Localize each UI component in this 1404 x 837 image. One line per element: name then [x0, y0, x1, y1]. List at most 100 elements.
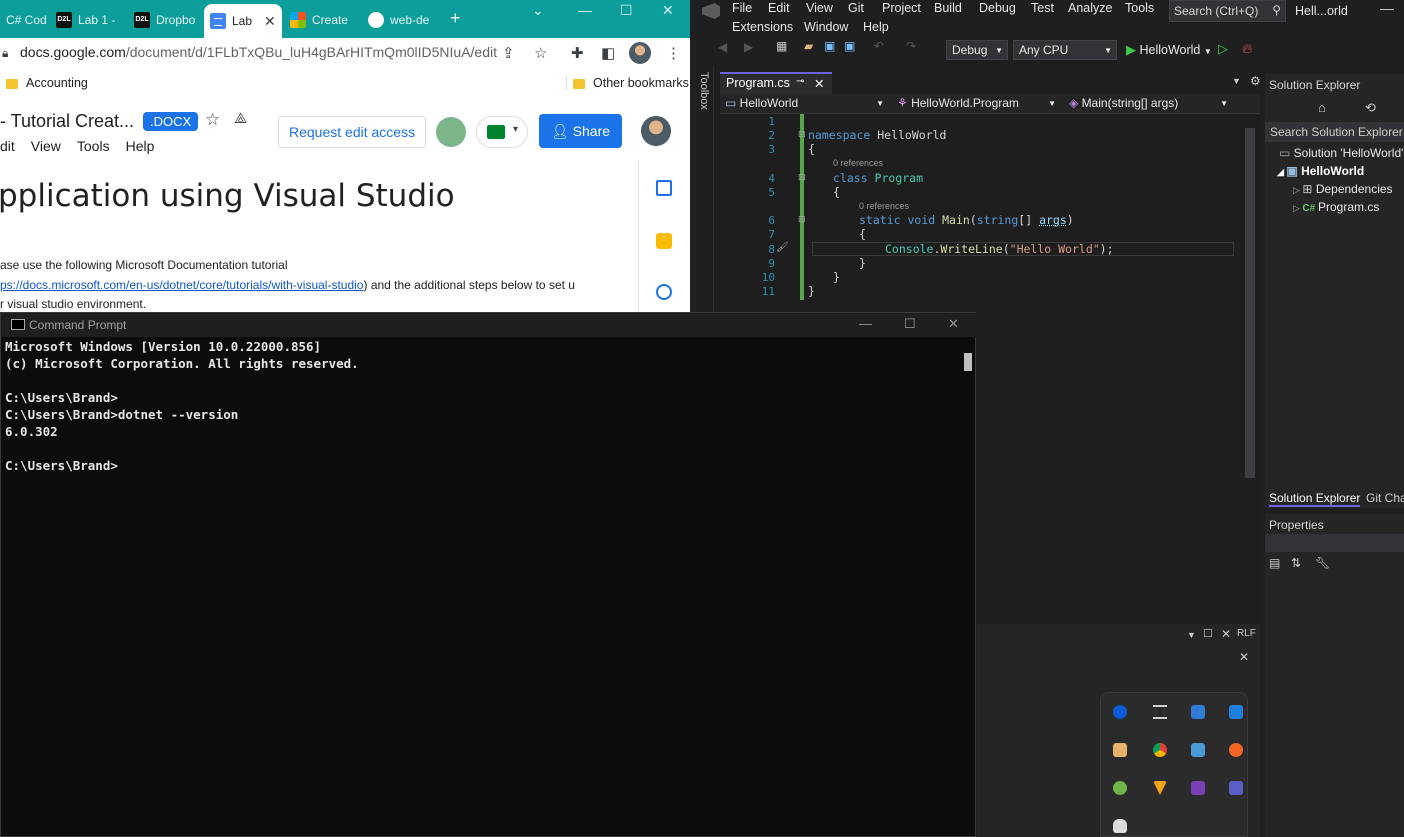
side-panel-icon[interactable]: ◧ — [601, 44, 615, 62]
configuration-select[interactable]: Debug ▼ — [946, 40, 1008, 60]
save-icon[interactable]: ▣ — [824, 39, 835, 53]
request-edit-button[interactable]: Request edit access — [278, 116, 427, 148]
tasks-icon[interactable] — [656, 284, 672, 300]
menu-git[interactable]: Git — [848, 1, 864, 15]
collapse-icon[interactable]: ⊟ — [798, 214, 806, 225]
teams-icon[interactable] — [1229, 781, 1243, 795]
star-icon[interactable]: ☆ — [534, 44, 547, 62]
chrome-icon[interactable] — [1153, 743, 1167, 757]
project-dropdown[interactable]: ▭ HelloWorld ▼ — [720, 95, 888, 113]
menu-analyze[interactable]: Analyze — [1068, 1, 1112, 15]
maximize-icon[interactable]: ☐ — [904, 316, 916, 332]
cmd-title-bar[interactable]: Command Prompt — ☐ ✕ — [1, 313, 977, 337]
maximize-icon[interactable]: ☐ — [1203, 627, 1213, 640]
bookmark-other[interactable]: Other bookmarks — [566, 76, 689, 90]
menu-file[interactable]: File — [732, 1, 752, 15]
new-tab-icon[interactable]: + — [450, 8, 461, 29]
class-dropdown[interactable]: ⚘ HelloWorld.Program ▼ — [892, 95, 1060, 113]
drive-status-icon[interactable]: ⟁ — [234, 110, 247, 127]
defender-icon[interactable] — [1191, 705, 1205, 719]
menu-edit[interactable]: dit — [0, 138, 15, 154]
url-text[interactable]: docs.google.com/document/d/1FLbTxQBu_luH… — [20, 44, 497, 60]
quick-actions-icon[interactable]: 🖌︎ — [776, 242, 789, 253]
open-icon[interactable]: ▰ — [804, 39, 813, 53]
tab-lab1[interactable]: D2L Lab 1 - — [50, 6, 126, 34]
tab-create[interactable]: Create — [284, 6, 360, 34]
history-icon[interactable]: ⟲ — [1365, 100, 1376, 116]
tab-github[interactable]: web-de — [362, 6, 440, 34]
vs-search-box[interactable]: Search (Ctrl+Q) ⚲ — [1169, 0, 1286, 22]
bookmark-accounting[interactable]: Accounting — [6, 76, 88, 90]
minimize-icon[interactable]: — — [1380, 0, 1394, 16]
cmd-scroll-thumb[interactable] — [964, 353, 972, 371]
menu-build[interactable]: Build — [934, 1, 962, 15]
chevron-down-icon[interactable]: ▼ — [1232, 76, 1241, 86]
codelens-references[interactable]: 0 references — [833, 158, 883, 168]
editor-scroll-thumb[interactable] — [1245, 128, 1255, 478]
minimize-icon[interactable]: — — [859, 316, 872, 331]
chevron-down-icon[interactable]: ⌄ — [532, 2, 544, 19]
close-icon[interactable]: ✕ — [1239, 650, 1249, 664]
tab-lab-docs[interactable]: Lab ✕ — [204, 4, 282, 38]
tab-git-changes[interactable]: Git Cha — [1366, 491, 1404, 505]
doc-link[interactable]: ps://docs.microsoft.com/en-us/dotnet/cor… — [0, 278, 363, 292]
tab-solution-explorer[interactable]: Solution Explorer — [1269, 491, 1361, 507]
forward-icon[interactable]: ▶ — [744, 40, 753, 54]
properties-object-select[interactable] — [1265, 534, 1404, 552]
menu-extensions[interactable]: Extensions — [732, 20, 793, 34]
undo-icon[interactable]: ↶ — [874, 39, 884, 53]
start-without-debugging-icon[interactable]: ▷ — [1218, 41, 1228, 57]
menu-tools[interactable]: Tools — [1125, 1, 1154, 15]
back-icon[interactable]: ◀ — [718, 40, 727, 54]
tasks-icon[interactable] — [1153, 705, 1167, 719]
menu-help[interactable]: Help — [863, 20, 889, 34]
close-icon[interactable]: ✕ — [662, 2, 674, 19]
menu-view[interactable]: View — [806, 1, 833, 15]
bluetooth-icon[interactable] — [1113, 705, 1127, 719]
photos-icon[interactable] — [1191, 743, 1205, 757]
close-icon[interactable]: ✕ — [814, 76, 824, 91]
categorized-icon[interactable]: ▤ — [1269, 556, 1280, 570]
mail-icon[interactable] — [1113, 743, 1127, 757]
more-icon[interactable]: ⋮ — [666, 44, 681, 62]
run-button[interactable]: ▶ HelloWorld ▼ — [1126, 42, 1212, 58]
platform-select[interactable]: Any CPU ▼ — [1013, 40, 1117, 60]
command-prompt-window[interactable]: Command Prompt — ☐ ✕ Microsoft Windows [… — [0, 312, 977, 837]
share-button[interactable]: 👤︎ Share — [539, 114, 622, 148]
calendar-icon[interactable] — [656, 180, 672, 196]
keep-icon[interactable] — [656, 233, 672, 249]
menu-project[interactable]: Project — [882, 1, 921, 15]
meet-button[interactable]: ▾ — [476, 116, 528, 148]
toolbox-tab[interactable]: Toolbox — [698, 72, 710, 110]
vlc-icon[interactable] — [1153, 781, 1167, 795]
solution-explorer-search[interactable]: Search Solution Explorer (C — [1265, 122, 1404, 142]
close-icon[interactable]: ✕ — [1221, 627, 1231, 641]
onenote-icon[interactable] — [1191, 781, 1205, 795]
console-prompt-line[interactable]: C:\Users\Brand> — [5, 458, 118, 473]
save-all-icon[interactable]: ▣ — [844, 39, 855, 53]
gear-icon[interactable]: ⚙ — [1250, 74, 1261, 88]
tree-project[interactable]: ◢ ▣ HelloWorld — [1277, 164, 1364, 178]
share-page-icon[interactable]: ⇪ — [502, 44, 515, 62]
menu-test[interactable]: Test — [1031, 1, 1054, 15]
pin-icon[interactable]: ⊸ — [796, 76, 804, 87]
collapse-icon[interactable]: ⊟ — [798, 172, 806, 183]
lock-icon[interactable]: 🔒︎ — [2, 46, 8, 61]
minimize-icon[interactable]: — — [578, 2, 592, 18]
tab-csharp-code[interactable]: C# Cod — [0, 6, 50, 34]
tab-dropbox[interactable]: D2L Dropbo — [128, 6, 202, 34]
menu-help[interactable]: Help — [126, 138, 155, 154]
tree-solution[interactable]: ▭ Solution 'HelloWorld' — [1279, 146, 1403, 160]
activity-icon[interactable] — [436, 117, 466, 147]
menu-debug[interactable]: Debug — [979, 1, 1016, 15]
close-icon[interactable]: ✕ — [948, 316, 959, 332]
green-check-icon[interactable] — [1113, 781, 1127, 795]
outlook-icon[interactable] — [1229, 705, 1243, 719]
wrench-icon[interactable]: 🔧︎ — [1315, 556, 1330, 570]
orange-app-icon[interactable] — [1229, 743, 1243, 757]
new-project-icon[interactable]: ▦ — [776, 39, 787, 53]
star-icon[interactable]: ☆ — [205, 110, 220, 130]
member-dropdown[interactable]: ◈ Main(string[] args) ▼ — [1064, 95, 1232, 113]
menu-edit[interactable]: Edit — [768, 1, 790, 15]
menu-view[interactable]: View — [31, 138, 61, 154]
